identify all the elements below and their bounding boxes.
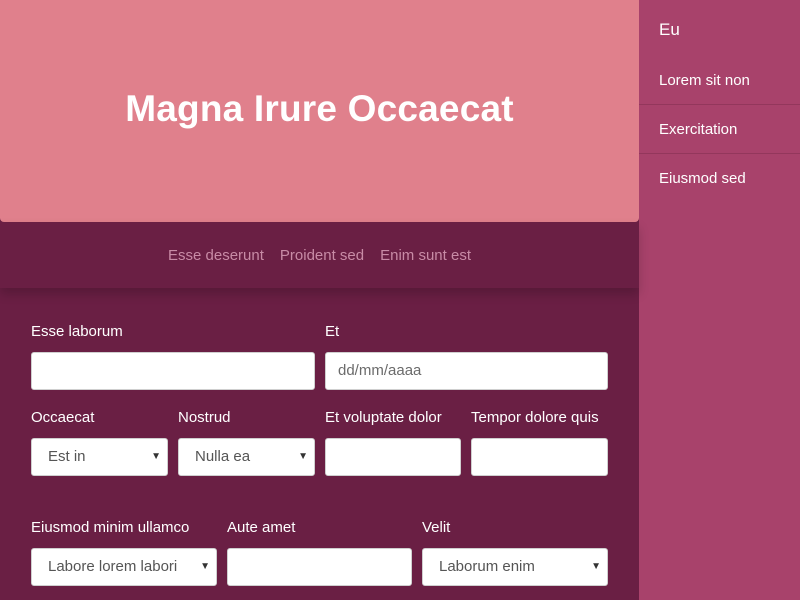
occaecat-select[interactable]: Est in ▼ <box>31 438 168 476</box>
esse-laborum-input[interactable] <box>31 352 315 390</box>
et-voluptate-dolor-label: Et voluptate dolor <box>325 409 442 426</box>
eiusmod-minim-ullamco-label: Eiusmod minim ullamco <box>31 519 190 536</box>
sidebar-brand[interactable]: Eu <box>639 0 800 56</box>
field-et-voluptate-dolor: Et voluptate dolor <box>325 406 461 476</box>
nostrud-select[interactable]: Nulla ea ▼ <box>178 438 315 476</box>
et-label: Et <box>325 323 340 340</box>
velit-select[interactable]: Laborum enim ▼ <box>422 548 608 586</box>
page-title: Magna Irure Occaecat <box>125 88 514 129</box>
tempor-dolore-quis-label: Tempor dolore quis <box>471 409 599 426</box>
nostrud-label: Nostrud <box>178 409 231 426</box>
field-esse-laborum: Esse laborum <box>31 320 315 390</box>
form: Esse laborum Et dd/mm/aaaa Occaecat Est … <box>0 288 639 600</box>
aute-amet-input[interactable] <box>227 548 412 586</box>
sub-navigation: Esse deserunt Proident sed Enim sunt est <box>0 222 639 288</box>
velit-label: Velit <box>422 519 451 536</box>
field-et: Et dd/mm/aaaa <box>325 320 608 390</box>
caret-down-icon: ▼ <box>151 451 161 462</box>
field-eiusmod-minim-ullamco: Eiusmod minim ullamco Labore lorem labor… <box>31 516 217 586</box>
nostrud-selected-value: Nulla ea <box>195 448 251 465</box>
occaecat-label: Occaecat <box>31 409 95 426</box>
aute-amet-label: Aute amet <box>227 519 296 536</box>
hero-banner: Magna Irure Occaecat <box>0 0 639 222</box>
caret-down-icon: ▼ <box>298 451 308 462</box>
field-velit: Velit Laborum enim ▼ <box>422 516 608 586</box>
sidebar-item-lorem-sit-non[interactable]: Lorem sit non <box>639 56 800 105</box>
eiusmod-minim-ullamco-select[interactable]: Labore lorem labori ▼ <box>31 548 217 586</box>
subnav-link-enim-sunt-est[interactable]: Enim sunt est <box>380 247 471 264</box>
velit-selected-value: Laborum enim <box>439 558 535 575</box>
field-occaecat: Occaecat Est in ▼ <box>31 406 168 476</box>
field-aute-amet: Aute amet <box>227 516 412 586</box>
et-date-input[interactable]: dd/mm/aaaa <box>325 352 608 390</box>
eiusmod-minim-ullamco-selected-value: Labore lorem labori <box>48 558 178 575</box>
main-column: Magna Irure Occaecat Esse deserunt Proid… <box>0 0 639 600</box>
sidebar-item-eiusmod-sed[interactable]: Eiusmod sed <box>639 154 800 203</box>
caret-down-icon: ▼ <box>200 561 210 572</box>
subnav-link-esse-deserunt[interactable]: Esse deserunt <box>168 247 264 264</box>
subnav-link-proident-sed[interactable]: Proident sed <box>280 247 364 264</box>
field-tempor-dolore-quis: Tempor dolore quis <box>471 406 608 476</box>
occaecat-selected-value: Est in <box>48 448 86 465</box>
tempor-dolore-quis-input[interactable] <box>471 438 608 476</box>
sidebar-item-exercitation[interactable]: Exercitation <box>639 105 800 154</box>
caret-down-icon: ▼ <box>591 561 601 572</box>
field-nostrud: Nostrud Nulla ea ▼ <box>178 406 315 476</box>
esse-laborum-label: Esse laborum <box>31 323 123 340</box>
sidebar: Eu Lorem sit non Exercitation Eiusmod se… <box>639 0 800 600</box>
et-voluptate-dolor-input[interactable] <box>325 438 461 476</box>
